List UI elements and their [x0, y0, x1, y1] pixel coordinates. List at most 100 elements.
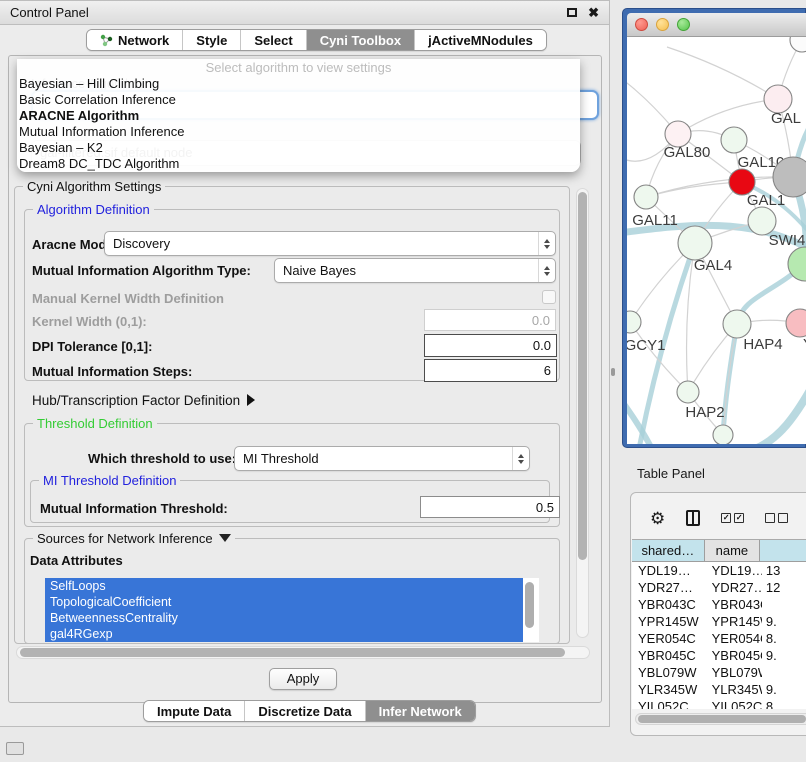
node-y[interactable] — [786, 309, 806, 337]
algorithm-item-dream8-dc-tdc-algorithm[interactable]: Dream8 DC_TDC Algorithm — [17, 156, 580, 172]
table-row[interactable]: YBR045CYBR045C9. — [632, 647, 806, 664]
node-label: SWI4 — [769, 232, 806, 249]
close-icon[interactable]: ✖ — [588, 8, 599, 18]
aracne-mode-combo[interactable]: Discovery — [104, 231, 556, 256]
table-cell: YER054C — [632, 631, 706, 646]
table-panel: ⚙ ✓✓ shared…nameA YDL19…YDL19…13YDR27…YD… — [630, 492, 806, 736]
tab-discretize-data[interactable]: Discretize Data — [244, 701, 364, 721]
table-header-row: shared…nameA — [632, 540, 806, 562]
tab-label: Style — [196, 33, 227, 48]
network-edge[interactable] — [667, 47, 778, 99]
algorithm-item-bayesian-k2[interactable]: Bayesian – K2 — [17, 140, 580, 156]
node-swi4[interactable] — [748, 207, 776, 235]
algorithm-item-aracne-algorithm[interactable]: ARACNE Algorithm — [17, 108, 580, 124]
table-cell: YIL052C — [706, 699, 762, 709]
tab-infer-network[interactable]: Infer Network — [365, 701, 475, 721]
tab-jactivemnodules[interactable]: jActiveMNodules — [414, 30, 546, 50]
table-cell: YDR27… — [632, 580, 706, 595]
mi-type-combo[interactable]: Naive Bayes — [274, 258, 556, 283]
gear-icon[interactable]: ⚙ — [650, 510, 665, 527]
node-gal11[interactable] — [634, 185, 658, 209]
hub-section-toggle[interactable]: Hub/Transcription Factor Definition — [32, 393, 255, 408]
tab-label: Impute Data — [157, 704, 231, 719]
network-edge[interactable] — [755, 385, 806, 444]
attribute-item-gal4rgexp[interactable]: gal4RGexp — [45, 626, 523, 642]
table-row[interactable]: YER054CYER054C8. — [632, 630, 806, 647]
node-gal4[interactable] — [678, 226, 712, 260]
node-hap4[interactable] — [723, 310, 751, 338]
dpi-tolerance-field[interactable]: 0.0 — [424, 334, 557, 357]
settings-vertical-scrollbar[interactable] — [576, 188, 589, 638]
tab-style[interactable]: Style — [182, 30, 240, 50]
algorithm-hint: Select algorithm to view settings — [17, 59, 580, 76]
network-edge[interactable] — [646, 182, 742, 197]
manual-kernel-label: Manual Kernel Width Definition — [32, 291, 224, 306]
table-horizontal-scrollbar[interactable] — [635, 713, 806, 725]
table-row[interactable]: YDR27…YDR27…12 — [632, 579, 806, 596]
table-row[interactable]: YDL19…YDL19…13 — [632, 562, 806, 579]
sources-title[interactable]: Sources for Network Inference — [33, 531, 235, 546]
table-cell: 9. — [762, 648, 806, 663]
table-row[interactable]: YLR345WYLR345W9. — [632, 681, 806, 698]
node-hap2[interactable] — [677, 381, 699, 403]
collapsed-arrow-icon — [247, 394, 255, 406]
table-row[interactable]: YBR043CYBR043C — [632, 596, 806, 613]
tab-network[interactable]: Network — [87, 30, 182, 50]
deselect-all-checkboxes-icon[interactable] — [765, 513, 788, 523]
table-row[interactable]: YBL079WYBL079W — [632, 664, 806, 681]
attribute-item-betweennesscentrality[interactable]: BetweennessCentrality — [45, 610, 523, 626]
select-all-checkboxes-icon[interactable]: ✓✓ — [721, 513, 744, 523]
manual-kernel-checkbox[interactable] — [542, 290, 556, 304]
tab-impute-data[interactable]: Impute Data — [144, 701, 244, 721]
zoom-traffic-light[interactable] — [677, 18, 690, 31]
tab-cyni-toolbox[interactable]: Cyni Toolbox — [306, 30, 414, 50]
which-threshold-combo[interactable]: MI Threshold — [234, 446, 530, 471]
column-header-a[interactable]: A — [760, 540, 806, 562]
settings-horizontal-scrollbar[interactable] — [16, 646, 590, 659]
table-cell: YPR145W — [632, 614, 706, 629]
scrollbar-thumb[interactable] — [638, 715, 806, 723]
node-gcy1[interactable] — [627, 311, 641, 333]
tab-label: Select — [254, 33, 292, 48]
minimize-traffic-light[interactable] — [656, 18, 669, 31]
algorithm-item-bayesian-hill-climbing[interactable]: Bayesian – Hill Climbing — [17, 76, 580, 92]
columns-icon[interactable] — [686, 510, 700, 526]
algorithm-item-mutual-information-inference[interactable]: Mutual Information Inference — [17, 124, 580, 140]
list-scrollbar-thumb[interactable] — [525, 582, 534, 628]
apply-button[interactable]: Apply — [269, 668, 337, 690]
network-icon — [100, 34, 113, 47]
node-gal[interactable] — [764, 85, 792, 113]
attribute-item-topologicalcoefficient[interactable]: TopologicalCoefficient — [45, 594, 523, 610]
collapsed-panel-button[interactable] — [6, 742, 24, 755]
panel-splitter-handle[interactable] — [611, 368, 615, 376]
algorithm-item-basic-correlation-inference[interactable]: Basic Correlation Inference — [17, 92, 580, 108]
sources-title-text: Sources for Network Inference — [37, 531, 213, 546]
network-window-titlebar[interactable] — [627, 13, 806, 37]
network-canvas-area[interactable]: GALGAL80GAL10GAL1GAL11SWI4GAL4GCY1HAP4YH… — [627, 37, 806, 444]
scrollbar-thumb[interactable] — [20, 648, 565, 657]
table-cell: YBL079W — [632, 665, 706, 680]
tab-select[interactable]: Select — [240, 30, 305, 50]
table-row[interactable]: YIL052CYIL052C8 — [632, 698, 806, 709]
table-cell: YBR045C — [632, 648, 706, 663]
table-row[interactable]: YPR145WYPR145W9. — [632, 613, 806, 630]
close-traffic-light[interactable] — [635, 18, 648, 31]
threshold-definition-title: Threshold Definition — [33, 416, 157, 431]
scrollbar-thumb[interactable] — [578, 192, 587, 560]
kernel-width-field[interactable]: 0.0 — [424, 309, 556, 331]
float-window-icon[interactable] — [567, 8, 577, 17]
column-header-name[interactable]: name — [705, 540, 760, 562]
node-unlabeled[interactable] — [790, 37, 806, 52]
column-header-shared[interactable]: shared… — [632, 540, 705, 562]
node-gal10[interactable] — [721, 127, 747, 153]
data-attributes-list[interactable]: SelfLoopsTopologicalCoefficientBetweenne… — [45, 578, 539, 642]
table-cell: YBR045C — [706, 648, 762, 663]
attribute-item-selfloops[interactable]: SelfLoops — [45, 578, 523, 594]
mi-steps-field[interactable]: 6 — [424, 359, 557, 382]
table-cell: YDL19… — [706, 563, 762, 578]
node-unlabeled[interactable] — [713, 425, 733, 444]
mi-threshold-field[interactable]: 0.5 — [420, 496, 560, 518]
mi-type-label: Mutual Information Algorithm Type: — [32, 263, 251, 278]
table-cell: 8 — [762, 699, 806, 709]
mi-threshold-group-title: MI Threshold Definition — [39, 473, 180, 488]
